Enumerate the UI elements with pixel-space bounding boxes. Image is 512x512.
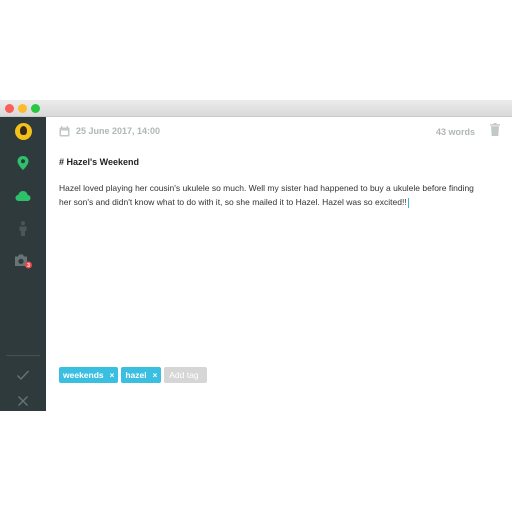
weather-button[interactable] (0, 183, 46, 207)
text-cursor (407, 197, 409, 208)
delete-entry-button[interactable] (490, 123, 500, 141)
app-window: 3 25 June 2017, 14:00 43 words # Hazel's… (0, 100, 512, 411)
entry-title[interactable]: # Hazel's Weekend (59, 157, 139, 167)
activity-button[interactable] (0, 216, 46, 240)
tag-chip[interactable]: hazel × (121, 367, 162, 383)
entry-body-text: Hazel loved playing her cousin's ukulele… (59, 183, 474, 207)
sidebar: 3 (0, 117, 46, 411)
tag-chip[interactable]: weekends × (59, 367, 119, 383)
check-icon (17, 370, 30, 381)
avatar-button[interactable] (0, 119, 46, 143)
title-bar (0, 100, 512, 117)
remove-tag-icon[interactable]: × (153, 371, 158, 380)
person-icon (19, 220, 27, 236)
entry-date-picker[interactable]: 25 June 2017, 14:00 (59, 124, 160, 138)
calendar-icon (59, 125, 70, 136)
cloud-icon (15, 190, 31, 201)
camera-icon: 3 (15, 254, 32, 269)
location-pin-icon (17, 156, 29, 170)
discard-button[interactable] (0, 389, 46, 413)
avatar-icon (14, 122, 32, 140)
remove-tag-icon[interactable]: × (110, 371, 115, 380)
location-button[interactable] (0, 151, 46, 175)
close-window-button[interactable] (5, 104, 14, 113)
sidebar-divider (6, 355, 40, 356)
trash-icon (490, 123, 500, 136)
entry-body-editor[interactable]: Hazel loved playing her cousin's ukulele… (59, 181, 479, 209)
tag-label: weekends (63, 370, 104, 380)
entry-editor: 25 June 2017, 14:00 43 words # Hazel's W… (46, 117, 512, 411)
minimize-window-button[interactable] (18, 104, 27, 113)
zoom-window-button[interactable] (31, 104, 40, 113)
tag-list: weekends × hazel × Add tag (59, 367, 208, 383)
camera-button[interactable]: 3 (0, 249, 46, 273)
close-icon (18, 396, 28, 406)
tag-label: hazel (125, 370, 147, 380)
confirm-button[interactable] (0, 363, 46, 387)
photo-count-text: 3 (27, 263, 30, 269)
add-tag-input[interactable]: Add tag (164, 367, 208, 383)
entry-date: 25 June 2017, 14:00 (76, 126, 161, 136)
word-count: 43 words (435, 127, 475, 137)
